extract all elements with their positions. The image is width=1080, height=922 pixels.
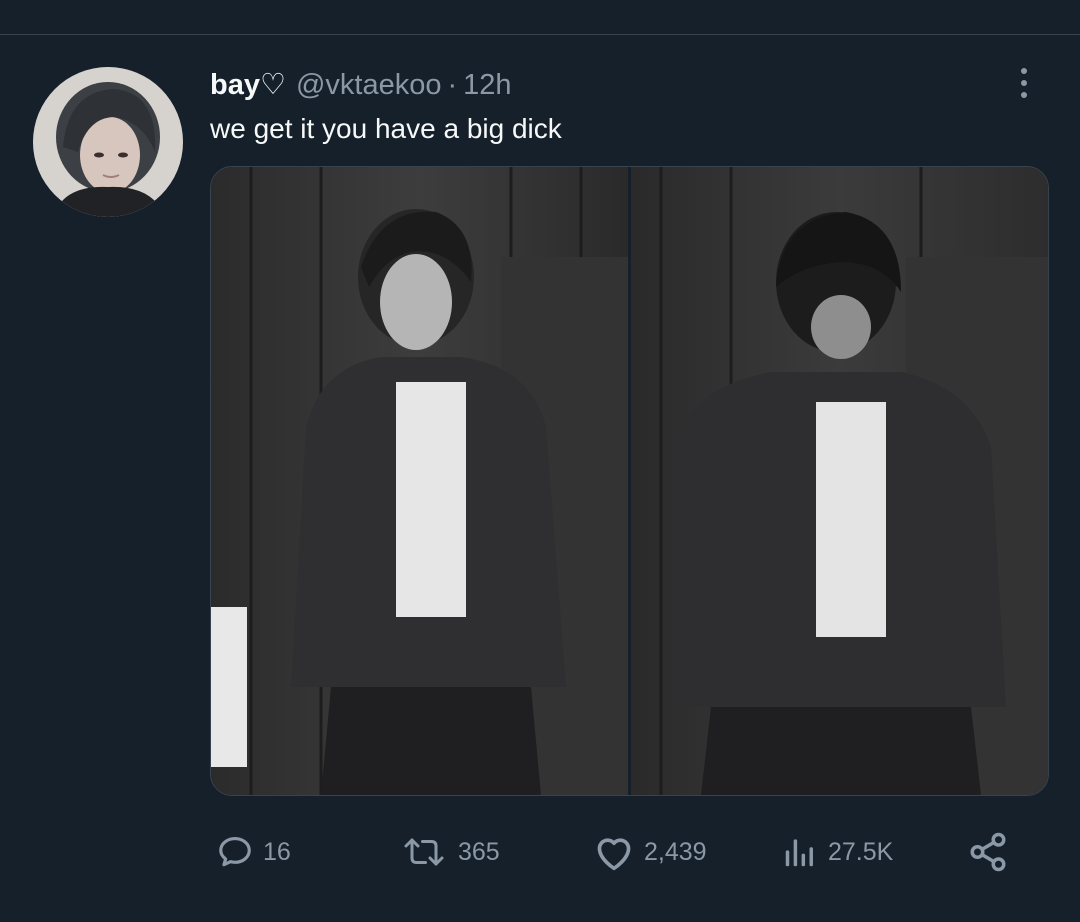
- views-button[interactable]: 27.5K: [780, 830, 893, 874]
- photo-1[interactable]: [211, 167, 628, 795]
- tweet-actions: 16 365 2,439 27.5K: [0, 830, 1080, 874]
- share-icon: [966, 831, 1010, 873]
- avatar[interactable]: [33, 67, 183, 217]
- retweet-button[interactable]: 365: [398, 830, 500, 874]
- tweet[interactable]: bay♡ @vktaekoo · 12h we get it you have …: [0, 35, 1080, 922]
- photo-2[interactable]: [631, 167, 1048, 795]
- retweet-count: 365: [458, 837, 500, 866]
- like-button[interactable]: 2,439: [592, 830, 707, 874]
- user-handle[interactable]: @vktaekoo: [296, 69, 442, 102]
- reply-count: 16: [263, 837, 291, 866]
- view-count: 27.5K: [828, 837, 894, 866]
- retweet-icon: [398, 834, 450, 870]
- more-icon[interactable]: [1008, 65, 1040, 101]
- reply-button[interactable]: 16: [215, 830, 291, 874]
- heart-icon: [592, 832, 636, 872]
- display-name[interactable]: bay♡: [210, 67, 286, 102]
- like-count: 2,439: [644, 837, 707, 866]
- reply-icon: [215, 833, 255, 871]
- separator-dot: ·: [447, 69, 458, 101]
- tweet-text: we get it you have a big dick: [210, 113, 562, 144]
- timestamp[interactable]: 12h: [463, 69, 511, 102]
- tweet-header: bay♡ @vktaekoo · 12h: [210, 67, 512, 101]
- views-icon: [780, 833, 820, 871]
- tweet-media: [210, 166, 1049, 796]
- share-button[interactable]: [966, 830, 1010, 874]
